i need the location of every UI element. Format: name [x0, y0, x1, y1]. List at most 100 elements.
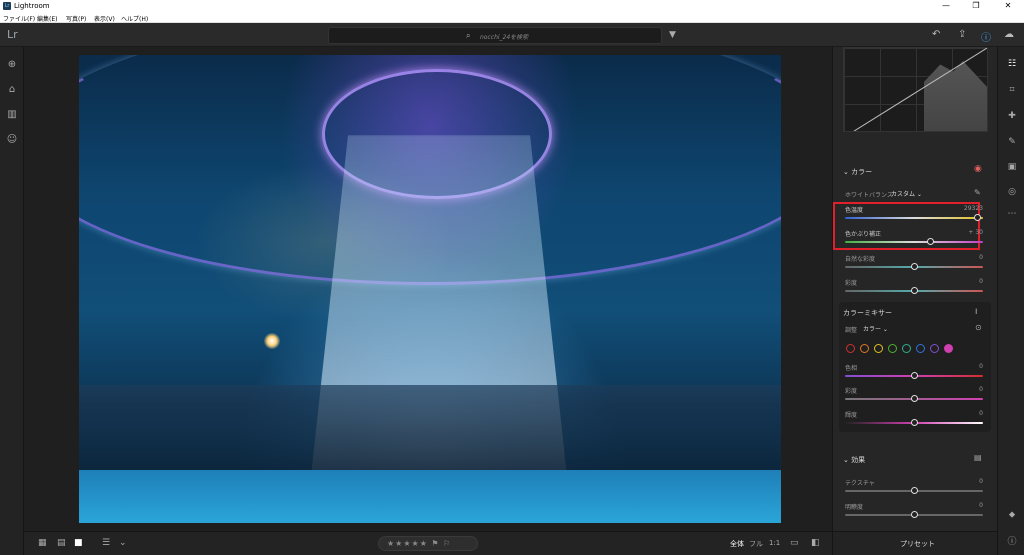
- color-mixer-panel: [839, 302, 991, 432]
- effects-preset-icon[interactable]: ▤: [974, 453, 982, 462]
- temp-value[interactable]: 29323: [964, 205, 983, 212]
- zoom-ratio[interactable]: 1:1: [769, 539, 780, 547]
- clarity-value[interactable]: 0: [979, 502, 983, 509]
- top-toolbar: Lr ⌕ nocchi_24を検索 ▼ ↶ ⇪ ⓘ ☁: [0, 23, 1024, 47]
- sat2-value[interactable]: 0: [979, 386, 983, 393]
- effects-section-header[interactable]: ⌄ 効果: [843, 455, 865, 465]
- menu-file[interactable]: ファイル(F): [3, 14, 35, 23]
- menu-photo[interactable]: 写真(P): [66, 14, 86, 23]
- menu-edit[interactable]: 編集(E): [37, 14, 57, 23]
- tone-curve[interactable]: [843, 47, 988, 132]
- texture-value[interactable]: 0: [979, 478, 983, 485]
- bottom-toolbar: ▦ ▤ ■ ☰ ⌄ ★★★★★ ⚑ ⚐ 全体 フル 1:1 ▭ ◧: [24, 531, 832, 555]
- detail-view-icon[interactable]: ■: [74, 538, 83, 548]
- hue-value[interactable]: 0: [979, 363, 983, 370]
- mixer-toggle-icon[interactable]: ⏽: [973, 307, 979, 317]
- target-adjust-icon[interactable]: ⊙: [975, 323, 982, 332]
- zoom-full[interactable]: フル: [749, 539, 763, 549]
- mixer-orange-dot[interactable]: [860, 344, 869, 353]
- color-section-header[interactable]: ⌄ カラー: [843, 167, 872, 177]
- sat2-label: 彩度: [845, 388, 858, 395]
- tint-value[interactable]: + 30: [968, 229, 983, 236]
- wb-dropdown[interactable]: カスタム ⌄: [891, 189, 922, 198]
- star-rating[interactable]: ★★★★★ ⚑ ⚐: [378, 536, 478, 551]
- zoom-fit[interactable]: 全体: [730, 539, 744, 549]
- mixer-green-dot[interactable]: [888, 344, 897, 353]
- rating-stars[interactable]: ★★★★★: [387, 539, 428, 548]
- clarity-slider-thumb[interactable]: [911, 511, 918, 518]
- clarity-slider[interactable]: [845, 511, 983, 518]
- square-grid-icon[interactable]: ▤: [57, 538, 66, 548]
- lum-slider-thumb[interactable]: [911, 419, 918, 426]
- maximize-button[interactable]: ❐: [962, 1, 990, 10]
- lum-slider[interactable]: [845, 419, 983, 426]
- eyedropper-icon[interactable]: ✎: [974, 188, 981, 197]
- temp-slider[interactable]: [845, 214, 983, 221]
- tint-slider-thumb[interactable]: [927, 238, 934, 245]
- tag-icon[interactable]: ⬥: [1006, 510, 1018, 520]
- crop-icon[interactable]: ⌗: [1006, 85, 1018, 95]
- hue-slider-thumb[interactable]: [911, 372, 918, 379]
- tint-label: 色かぶり補正: [845, 231, 882, 238]
- people-icon[interactable]: ☺: [6, 134, 18, 145]
- sat2-slider-thumb[interactable]: [911, 395, 918, 402]
- mixer-magenta-dot[interactable]: [944, 344, 953, 353]
- texture-slider[interactable]: [845, 487, 983, 494]
- before-after-icon[interactable]: ◧: [811, 538, 820, 548]
- preset-button[interactable]: プリセット: [900, 539, 935, 549]
- photo-image[interactable]: [79, 55, 781, 523]
- mixer-aqua-dot[interactable]: [902, 344, 911, 353]
- vibrance-slider[interactable]: [845, 263, 983, 270]
- linear-gradient-icon[interactable]: ▣: [1006, 162, 1018, 172]
- info-icon[interactable]: ⓘ: [1006, 534, 1018, 547]
- compare-icon[interactable]: ▭: [790, 538, 799, 548]
- adjust-dropdown[interactable]: カラー ⌄: [863, 324, 888, 333]
- search-placeholder: nocchi_24を検索: [480, 34, 529, 41]
- left-rail: ⊕ ⌂ ▥ ☺: [0, 47, 24, 555]
- vibrance-value[interactable]: 0: [979, 254, 983, 261]
- chevron-down-icon[interactable]: ⌄: [119, 538, 127, 548]
- undo-icon[interactable]: ↶: [932, 29, 940, 40]
- texture-label: テクスチャ: [845, 480, 875, 487]
- healing-icon[interactable]: ✚: [1006, 111, 1018, 121]
- mixer-purple-dot[interactable]: [930, 344, 939, 353]
- saturation-value[interactable]: 0: [979, 278, 983, 285]
- menu-view[interactable]: 表示(V): [94, 14, 115, 23]
- lum-value[interactable]: 0: [979, 410, 983, 417]
- vibrance-slider-thumb[interactable]: [911, 263, 918, 270]
- search-input[interactable]: ⌕ nocchi_24を検索: [328, 27, 662, 44]
- tint-slider[interactable]: [845, 238, 983, 245]
- texture-slider-thumb[interactable]: [911, 487, 918, 494]
- edit-sliders-icon[interactable]: ☷: [1006, 59, 1018, 69]
- reject-flag-icon[interactable]: ⚐: [443, 539, 451, 548]
- color-wheel-icon[interactable]: ◉: [974, 164, 982, 174]
- more-icon[interactable]: ⋯: [1006, 209, 1018, 219]
- menu-bar: ファイル(F) 編集(E) 写真(P) 表示(V) ヘルプ(H): [0, 12, 1024, 23]
- mixer-red-dot[interactable]: [846, 344, 855, 353]
- mixer-yellow-dot[interactable]: [874, 344, 883, 353]
- radial-gradient-icon[interactable]: ◎: [1006, 187, 1018, 197]
- add-photo-icon[interactable]: ⊕: [6, 59, 18, 70]
- brush-icon[interactable]: ✎: [1006, 137, 1018, 147]
- temp-slider-thumb[interactable]: [974, 214, 981, 221]
- filter-icon[interactable]: ▼: [669, 30, 676, 40]
- help-icon[interactable]: ⓘ: [981, 29, 991, 44]
- library-icon[interactable]: ▥: [6, 109, 18, 120]
- minimize-button[interactable]: —: [932, 1, 960, 10]
- flag-icon[interactable]: ⚑: [431, 539, 439, 548]
- photo-pool: [79, 470, 781, 523]
- menu-help[interactable]: ヘルプ(H): [121, 14, 148, 23]
- sort-icon[interactable]: ☰: [102, 538, 110, 548]
- close-button[interactable]: ✕: [994, 1, 1022, 10]
- hue-slider[interactable]: [845, 372, 983, 379]
- home-icon[interactable]: ⌂: [6, 84, 18, 95]
- share-icon[interactable]: ⇪: [958, 29, 966, 40]
- grid-view-icon[interactable]: ▦: [38, 538, 47, 548]
- mixer-section-header[interactable]: カラーミキサー: [843, 308, 892, 318]
- mixer-blue-dot[interactable]: [916, 344, 925, 353]
- saturation-slider[interactable]: [845, 287, 983, 294]
- photo-audience-seats: [79, 385, 781, 475]
- cloud-icon[interactable]: ☁: [1004, 29, 1014, 40]
- saturation-slider-thumb[interactable]: [911, 287, 918, 294]
- sat2-slider[interactable]: [845, 395, 983, 402]
